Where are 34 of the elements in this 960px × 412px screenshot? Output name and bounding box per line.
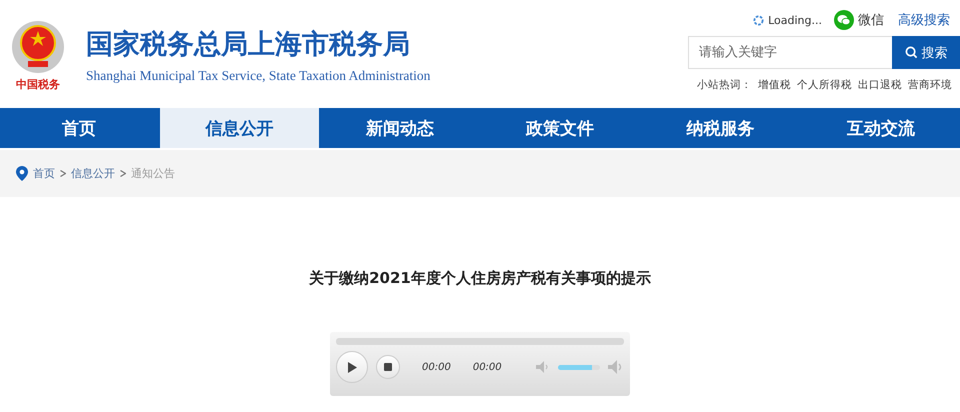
volume-track[interactable] [558,364,600,370]
wechat-link[interactable]: 微信 [858,11,884,29]
hot-word-link[interactable]: 出口退税 [858,78,902,92]
hot-words-label: 小站热词： [697,78,752,92]
hot-word-link[interactable]: 增值税 [758,78,791,92]
breadcrumb-link[interactable]: 首页 [33,166,55,181]
location-pin-icon [16,166,28,181]
volume-icon[interactable] [608,360,624,374]
duration-time: 00:00 [472,362,502,372]
article-title: 关于缴纳2021年度个人住房房产税有关事项的提示 [309,269,651,288]
site-title: 国家税务总局上海市税务局 [86,28,411,62]
chevron-icon [120,170,126,177]
logo-caption: 中国税务 [16,76,60,92]
loading-text: Loading... [768,14,822,26]
site-subtitle: Shanghai Municipal Tax Service, State Taxation Administration [86,68,430,84]
breadcrumb-link[interactable]: 信息公开 [71,166,115,181]
hot-word-link[interactable]: 营商环境 [908,78,952,92]
nav-tab[interactable]: 信息公开 [160,108,319,148]
play-button[interactable] [336,351,368,383]
progress-track[interactable] [336,338,624,345]
play-icon [348,362,356,372]
hot-word-link[interactable]: 个人所得税 [797,78,852,92]
chevron-icon [60,170,66,177]
elapsed-time: 00:00 [422,362,451,372]
mute-icon[interactable] [536,361,550,373]
wechat-icon[interactable] [834,10,854,30]
advanced-search-link[interactable]: 高级搜索 [898,11,950,29]
spinner-icon [753,14,764,26]
search-button[interactable]: 搜索 [892,36,960,69]
stop-button[interactable] [376,355,400,379]
stop-icon [384,363,392,371]
emblem-icon [10,18,66,74]
search-field[interactable]: 请输入关键字 [688,36,892,69]
search-icon [904,46,918,59]
